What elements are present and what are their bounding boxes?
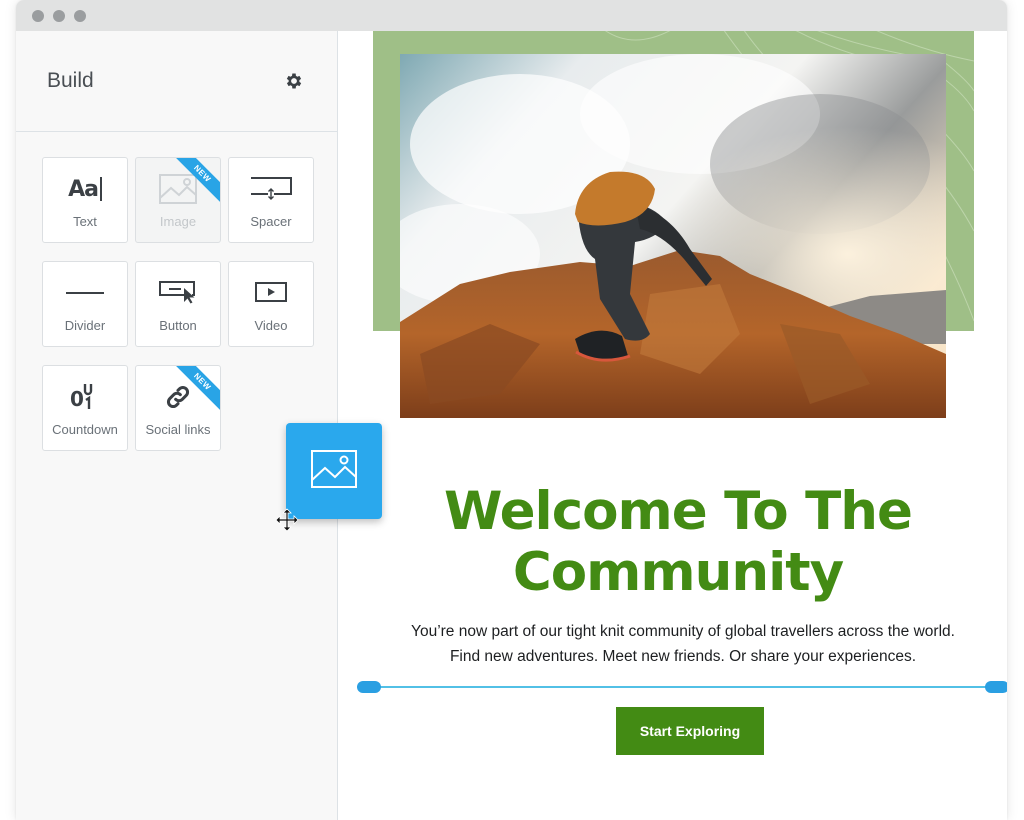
text-aa-icon: Aa (43, 172, 127, 206)
divider-block[interactable] (369, 686, 997, 688)
image-icon (311, 449, 357, 493)
title-bar (16, 0, 1007, 31)
headline[interactable]: Welcome To The Community (339, 481, 1007, 603)
video-icon (229, 276, 313, 310)
divider-resize-handle-right[interactable] (985, 681, 1007, 693)
text-icon-glyph: Aa (68, 176, 99, 202)
tile-spacer[interactable]: Spacer (228, 157, 314, 243)
window-minimize-button[interactable] (53, 10, 65, 22)
hero-image[interactable] (400, 54, 946, 418)
tile-countdown[interactable]: 0 Countdown (42, 365, 128, 451)
body-paragraph[interactable]: You’re now part of our tight knit commun… (389, 619, 957, 669)
button-icon (136, 276, 220, 310)
tile-label: Divider (64, 318, 106, 333)
move-cursor-icon (275, 508, 299, 532)
window-maximize-button[interactable] (74, 10, 86, 22)
tile-label: Button (159, 318, 197, 333)
countdown-icon: 0 (43, 380, 127, 414)
tile-video[interactable]: Video (228, 261, 314, 347)
sidebar-header: Build (16, 31, 337, 132)
tile-image[interactable]: Image NEW (135, 157, 221, 243)
tile-divider[interactable]: Divider (42, 261, 128, 347)
start-exploring-button[interactable]: Start Exploring (616, 707, 764, 755)
tile-social-links[interactable]: Social links NEW (135, 365, 221, 451)
tile-label: Video (254, 318, 288, 333)
gear-icon[interactable] (284, 71, 304, 91)
tile-label: Spacer (250, 214, 292, 229)
tile-label: Social links (145, 422, 211, 437)
app-window: Build Aa Text Image NEW Spacer Divider B… (16, 0, 1007, 820)
tile-button[interactable]: Button (135, 261, 221, 347)
tile-label: Countdown (52, 422, 118, 437)
divider-resize-handle-left[interactable] (357, 681, 381, 693)
email-canvas: Welcome To The Community You’re now part… (339, 31, 1007, 820)
spacer-icon (229, 172, 313, 206)
tile-label: Image (159, 214, 197, 229)
window-close-button[interactable] (32, 10, 44, 22)
tile-text[interactable]: Aa Text (42, 157, 128, 243)
dragging-image-block[interactable] (286, 423, 382, 519)
svg-text:0: 0 (70, 387, 84, 411)
sidebar-title: Build (47, 69, 94, 92)
divider-icon (43, 276, 127, 310)
tile-label: Text (73, 214, 97, 229)
